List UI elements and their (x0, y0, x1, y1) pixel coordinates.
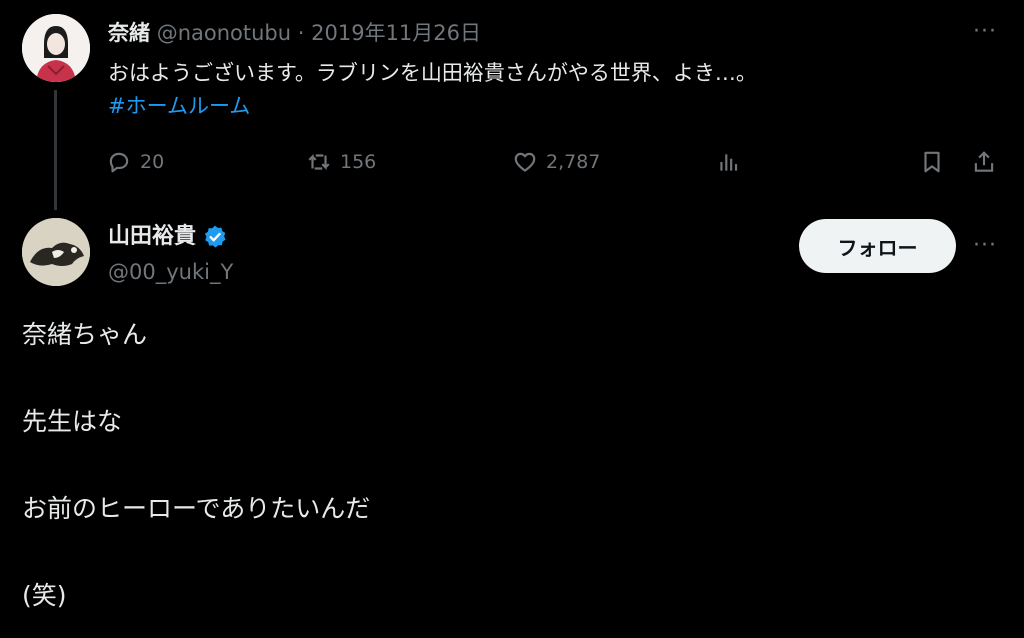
verified-badge-icon[interactable] (202, 224, 228, 250)
like-count: 2,787 (546, 151, 601, 173)
parent-more-icon[interactable]: ··· (973, 21, 997, 43)
reply-icon (109, 152, 129, 173)
main-tweet-line-4: (笑) (22, 581, 67, 610)
share-button[interactable] (971, 144, 997, 180)
main-author-name[interactable]: 山田裕貴 (108, 221, 196, 253)
follow-button[interactable]: フォロー (799, 219, 956, 273)
parent-avatar-illustration (22, 14, 90, 82)
retweet-button[interactable]: 156 (306, 144, 376, 180)
bookmark-icon (924, 151, 940, 173)
like-icon (514, 152, 536, 172)
parent-author-name[interactable]: 奈緒 (108, 21, 150, 45)
views-icon (720, 154, 738, 171)
thread-connector (54, 90, 57, 210)
parent-tweet-header: 奈緒 @naonotubu · 2019年11月26日 (108, 18, 481, 48)
main-handle[interactable]: @00_yuki_Y (108, 257, 233, 287)
parent-tweet-text: おはようございます。ラブリンを山田裕貴さんがやる世界、よき…。 (108, 61, 757, 85)
like-button[interactable]: 2,787 (512, 144, 600, 180)
main-tweet-line-2: 先生はな (22, 407, 123, 436)
main-avatar[interactable] (22, 218, 90, 286)
parent-date[interactable]: 2019年11月26日 (311, 21, 481, 45)
reply-button[interactable]: 20 (106, 144, 164, 180)
main-author-row: 山田裕貴 (108, 221, 228, 253)
main-more-icon[interactable]: ··· (973, 235, 997, 257)
parent-handle[interactable]: @naonotubu (157, 21, 291, 45)
retweet-count: 156 (340, 151, 377, 173)
views-button[interactable] (716, 144, 742, 180)
reply-count: 20 (140, 151, 165, 173)
share-icon (974, 151, 994, 172)
main-avatar-illustration (22, 218, 90, 286)
main-tweet-line-3: お前のヒーローでありたいんだ (22, 494, 371, 523)
parent-hashtag-link[interactable]: #ホームルーム (108, 91, 250, 122)
bookmark-button[interactable] (919, 144, 945, 180)
main-tweet-line-1: 奈緒ちゃん (22, 320, 148, 349)
parent-avatar[interactable] (22, 14, 90, 82)
parent-separator: · (297, 21, 305, 45)
retweet-icon (308, 153, 330, 171)
